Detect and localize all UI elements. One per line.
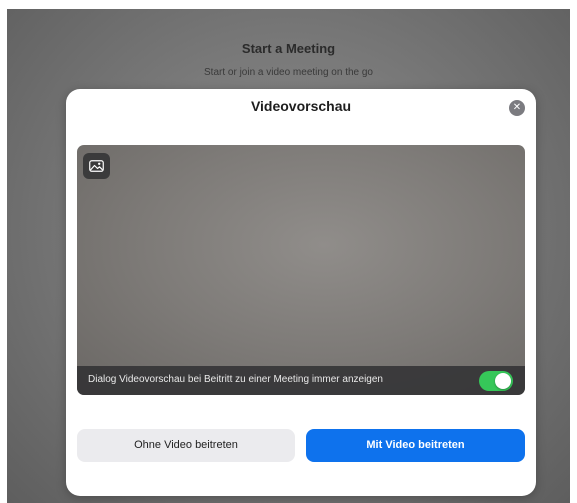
- video-preview: Dialog Videovorschau bei Beitritt zu ein…: [77, 145, 525, 395]
- always-show-preview-toggle[interactable]: [479, 371, 513, 391]
- dialog-title: Videovorschau: [250, 98, 352, 114]
- always-show-preview-label: Dialog Videovorschau bei Beitritt zu ein…: [88, 374, 383, 385]
- close-icon[interactable]: ✕: [509, 100, 525, 116]
- start-meeting-title: Start a Meeting: [241, 41, 336, 56]
- image-icon[interactable]: [83, 153, 110, 179]
- join-with-video-button[interactable]: Mit Video beitreten: [306, 429, 525, 462]
- start-meeting-subtitle: Start or join a video meeting on the go: [204, 67, 373, 78]
- toggle-knob: [495, 373, 511, 389]
- video-preview-dialog: Videovorschau ✕ Dialog Videovorschau bei…: [66, 89, 536, 496]
- app-screen: Start a Meeting Start or join a video me…: [7, 9, 570, 503]
- join-without-video-button[interactable]: Ohne Video beitreten: [77, 429, 295, 462]
- preview-options-bar: Dialog Videovorschau bei Beitritt zu ein…: [77, 366, 525, 395]
